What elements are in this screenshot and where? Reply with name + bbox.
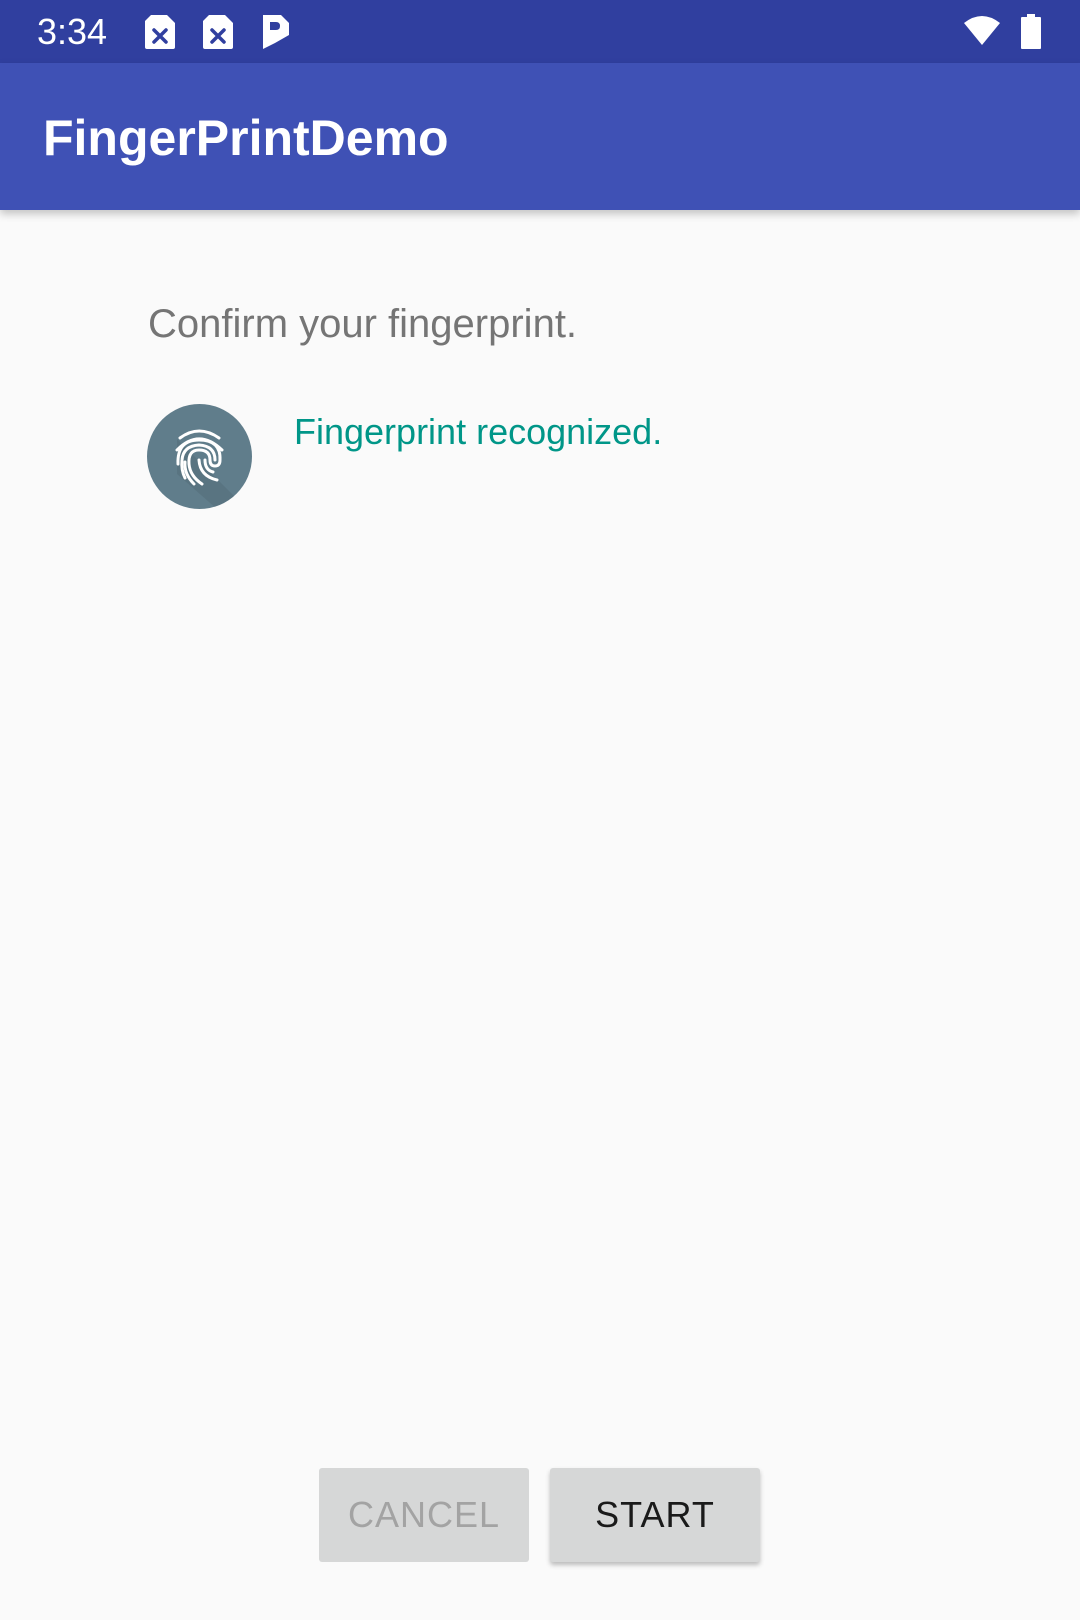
sim-no-card-icon xyxy=(143,13,177,51)
main-content: Confirm your fingerprint. Fingerprint re… xyxy=(0,210,1080,1620)
battery-icon xyxy=(1020,13,1042,51)
cancel-button[interactable]: CANCEL xyxy=(319,1468,529,1562)
status-time: 3:34 xyxy=(37,11,108,52)
fingerprint-icon xyxy=(147,404,252,509)
app-title: FingerPrintDemo xyxy=(43,110,449,166)
fingerprint-prompt: Confirm your fingerprint. xyxy=(148,302,578,346)
app-bar: FingerPrintDemo xyxy=(0,63,1080,210)
parking-icon xyxy=(259,13,293,51)
wifi-icon xyxy=(962,13,1002,51)
sim-no-card-icon xyxy=(201,13,235,51)
start-button[interactable]: START xyxy=(550,1468,760,1562)
status-bar: 3:34 xyxy=(0,0,1080,63)
fingerprint-status-message: Fingerprint recognized. xyxy=(294,411,663,452)
